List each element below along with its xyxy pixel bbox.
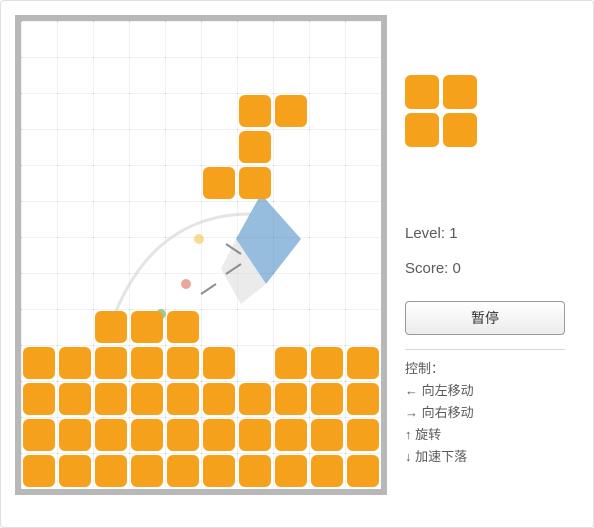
score-row: Score: 0	[405, 260, 577, 277]
block-cell	[275, 455, 307, 487]
block-cell	[23, 419, 55, 451]
block-cell	[131, 455, 163, 487]
block-cell	[23, 455, 55, 487]
block-cell	[275, 347, 307, 379]
block-cell	[23, 383, 55, 415]
block-cell	[239, 167, 271, 199]
block-cell	[131, 383, 163, 415]
preview-cell	[405, 75, 439, 109]
game-card: Level: 1 Score: 0 暂停 控制： ← 向左移动 → 向右移动 ↑…	[0, 0, 594, 528]
score-value: 0	[453, 260, 461, 277]
block-cell	[275, 419, 307, 451]
block-cell	[239, 383, 271, 415]
block-cell	[347, 455, 379, 487]
block-cell	[59, 347, 91, 379]
block-cell	[203, 383, 235, 415]
block-cell	[167, 455, 199, 487]
block-cell	[59, 419, 91, 451]
block-cell	[23, 347, 55, 379]
block-cell	[95, 347, 127, 379]
block-cell	[311, 455, 343, 487]
block-cell	[203, 455, 235, 487]
block-cell	[95, 419, 127, 451]
controls-rotate: ↑ 旋转	[405, 424, 577, 446]
block-cell	[95, 311, 127, 343]
preview-cell	[443, 75, 477, 109]
block-cell	[275, 383, 307, 415]
block-cell	[203, 167, 235, 199]
block-cell	[239, 419, 271, 451]
block-cell	[311, 383, 343, 415]
level-value: 1	[449, 225, 457, 242]
preview-cell	[405, 113, 439, 147]
block-cell	[131, 419, 163, 451]
level-label: Level:	[405, 225, 445, 242]
next-piece-preview	[405, 75, 485, 155]
block-cell	[311, 347, 343, 379]
side-panel: Level: 1 Score: 0 暂停 控制： ← 向左移动 → 向右移动 ↑…	[387, 15, 577, 513]
block-cell	[239, 95, 271, 127]
block-cell	[167, 347, 199, 379]
block-cell	[203, 347, 235, 379]
block-cell	[95, 455, 127, 487]
divider	[405, 349, 565, 350]
pause-button[interactable]: 暂停	[405, 301, 565, 335]
block-cell	[275, 95, 307, 127]
block-cell	[131, 311, 163, 343]
block-cell	[203, 419, 235, 451]
preview-cell	[443, 113, 477, 147]
block-cell	[347, 383, 379, 415]
score-label: Score:	[405, 260, 448, 277]
block-cell	[167, 383, 199, 415]
controls-title: 控制：	[405, 358, 577, 380]
level-row: Level: 1	[405, 225, 577, 242]
board-cells-layer	[21, 21, 381, 489]
controls-right: → 向右移动	[405, 402, 577, 424]
block-cell	[239, 131, 271, 163]
controls-left: ← 向左移动	[405, 380, 577, 402]
block-cell	[347, 347, 379, 379]
controls-drop: ↓ 加速下落	[405, 446, 577, 468]
stats-block: Level: 1 Score: 0	[405, 225, 577, 295]
block-cell	[347, 419, 379, 451]
block-cell	[59, 455, 91, 487]
block-cell	[167, 419, 199, 451]
game-board[interactable]	[15, 15, 387, 495]
controls-help: 控制： ← 向左移动 → 向右移动 ↑ 旋转 ↓ 加速下落	[405, 358, 577, 468]
block-cell	[167, 311, 199, 343]
block-cell	[131, 347, 163, 379]
block-cell	[239, 455, 271, 487]
block-cell	[311, 419, 343, 451]
block-cell	[59, 383, 91, 415]
block-cell	[95, 383, 127, 415]
